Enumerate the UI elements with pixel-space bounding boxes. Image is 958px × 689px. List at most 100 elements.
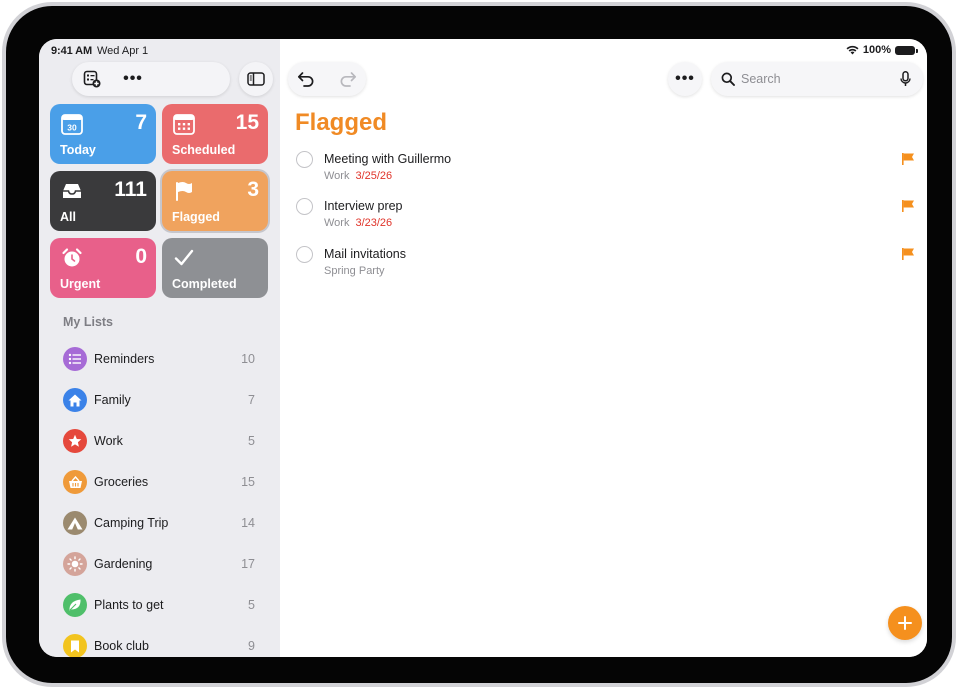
flag-icon xyxy=(176,182,192,201)
sun-icon xyxy=(63,552,87,576)
undo-redo-group xyxy=(288,62,366,96)
tile-count: 3 xyxy=(247,178,259,201)
bookmark-icon xyxy=(63,634,87,657)
status-time: 9:41 AM xyxy=(51,45,93,57)
tile-completed[interactable]: Completed xyxy=(162,238,268,298)
tile-scheduled[interactable]: 15 Scheduled xyxy=(162,104,268,164)
status-date: Wed Apr 1 xyxy=(97,45,149,57)
my-lists-heading: My Lists xyxy=(63,315,114,329)
tile-label: All xyxy=(60,210,76,224)
sidebar-item-gardening[interactable]: Gardening 17 xyxy=(51,544,271,584)
tile-all[interactable]: 111 All xyxy=(50,171,156,231)
tile-label: Flagged xyxy=(172,210,220,224)
list-name: Groceries xyxy=(94,475,149,489)
reminder-row[interactable]: Interview prep Work 3/23/26 xyxy=(280,196,927,242)
list-count: 5 xyxy=(248,434,255,448)
tile-flagged[interactable]: 3 Flagged xyxy=(162,171,268,231)
ellipsis-icon: ••• xyxy=(123,70,143,87)
reminder-list: Work xyxy=(324,170,350,182)
sidebar-toolbar: ••• xyxy=(72,62,230,96)
sidebar-item-work[interactable]: Work 5 xyxy=(51,421,271,461)
list-name: Plants to get xyxy=(94,598,164,612)
ipad-bezel: 9:41 AM Wed Apr 1 100% ••• 30 7 Today 15… xyxy=(6,6,952,683)
tile-label: Urgent xyxy=(60,277,101,291)
redo-button[interactable] xyxy=(338,69,358,89)
sidebar-item-groceries[interactable]: Groceries 15 xyxy=(51,462,271,502)
search-placeholder: Search xyxy=(741,72,781,86)
list-name: Reminders xyxy=(94,352,155,366)
add-list-button[interactable] xyxy=(82,70,102,88)
reminder-meta: Work 3/25/26 xyxy=(324,170,392,182)
leaf-icon xyxy=(63,593,87,617)
sidebar-more-button[interactable]: ••• xyxy=(122,70,144,88)
undo-icon xyxy=(297,72,314,87)
house-icon xyxy=(63,388,87,412)
sidebar-item-reminders[interactable]: Reminders 10 xyxy=(51,339,271,379)
tile-count: 7 xyxy=(135,111,147,134)
alarm-icon xyxy=(62,248,82,267)
tile-label: Scheduled xyxy=(172,143,236,157)
list-bullet-icon xyxy=(63,347,87,371)
reminder-row[interactable]: Mail invitations Spring Party xyxy=(280,244,927,290)
reminder-meta: Spring Party xyxy=(324,265,385,277)
reminder-title[interactable]: Interview prep xyxy=(324,199,403,213)
reminder-meta: Work 3/23/26 xyxy=(324,217,392,229)
list-count: 10 xyxy=(241,352,255,366)
ellipsis-icon: ••• xyxy=(675,70,695,87)
sidebar: ••• 30 7 Today 15 Scheduled 111 All 3 Fl… xyxy=(39,39,280,657)
tile-label: Completed xyxy=(172,277,237,291)
list-count: 15 xyxy=(241,475,255,489)
search-field[interactable]: Search xyxy=(711,62,923,96)
star-icon xyxy=(63,429,87,453)
calendar-grid-icon xyxy=(173,114,195,135)
list-name: Gardening xyxy=(94,557,153,571)
reminder-title[interactable]: Meeting with Guillermo xyxy=(324,152,451,166)
tile-label: Today xyxy=(60,143,96,157)
list-count: 14 xyxy=(241,516,255,530)
microphone-icon[interactable] xyxy=(900,71,911,87)
undo-button[interactable] xyxy=(296,69,316,89)
add-reminder-button[interactable] xyxy=(888,606,922,640)
list-name: Work xyxy=(94,434,123,448)
reminder-row[interactable]: Meeting with Guillermo Work 3/25/26 xyxy=(280,149,927,195)
list-count: 9 xyxy=(248,639,255,653)
status-bar: 9:41 AM Wed Apr 1 100% xyxy=(39,39,927,61)
completion-checkbox[interactable] xyxy=(296,151,313,168)
sidebar-item-camping-trip[interactable]: Camping Trip 14 xyxy=(51,503,271,543)
main-content: ••• Search Flagged Meeting with Guillerm… xyxy=(280,39,927,657)
sidebar-item-book-club[interactable]: Book club 9 xyxy=(51,626,271,657)
tray-icon xyxy=(63,184,81,198)
ipad-frame: 9:41 AM Wed Apr 1 100% ••• 30 7 Today 15… xyxy=(2,2,956,687)
tile-urgent[interactable]: 0 Urgent xyxy=(50,238,156,298)
list-name: Book club xyxy=(94,639,149,653)
list-name: Family xyxy=(94,393,131,407)
list-count: 5 xyxy=(248,598,255,612)
reminder-list: Spring Party xyxy=(324,265,385,277)
completion-checkbox[interactable] xyxy=(296,246,313,263)
reminder-date: 3/23/26 xyxy=(355,217,393,229)
list-count: 7 xyxy=(248,393,255,407)
plus-icon xyxy=(898,616,912,630)
toggle-sidebar-button[interactable] xyxy=(239,62,273,96)
tile-count: 0 xyxy=(135,245,147,268)
tile-count: 15 xyxy=(235,111,259,134)
sidebar-item-family[interactable]: Family 7 xyxy=(51,380,271,420)
checkmark-icon xyxy=(174,249,194,266)
tile-today[interactable]: 30 7 Today xyxy=(50,104,156,164)
sidebar-toggle-icon xyxy=(247,72,265,86)
reminder-date: 3/25/26 xyxy=(355,170,393,182)
redo-icon xyxy=(340,72,357,87)
search-icon xyxy=(721,72,735,86)
flag-icon xyxy=(902,153,914,165)
screen: 9:41 AM Wed Apr 1 100% ••• 30 7 Today 15… xyxy=(39,39,927,657)
more-button[interactable]: ••• xyxy=(668,62,702,96)
completion-checkbox[interactable] xyxy=(296,198,313,215)
battery-percent: 100% xyxy=(862,44,891,56)
reminder-title[interactable]: Mail invitations xyxy=(324,247,406,261)
list-add-icon xyxy=(83,70,101,88)
list-count: 17 xyxy=(241,557,255,571)
sidebar-item-plants-to-get[interactable]: Plants to get 5 xyxy=(51,585,271,625)
calendar-day: 30 xyxy=(67,123,77,133)
flag-icon xyxy=(902,200,914,212)
list-name: Camping Trip xyxy=(94,516,169,530)
